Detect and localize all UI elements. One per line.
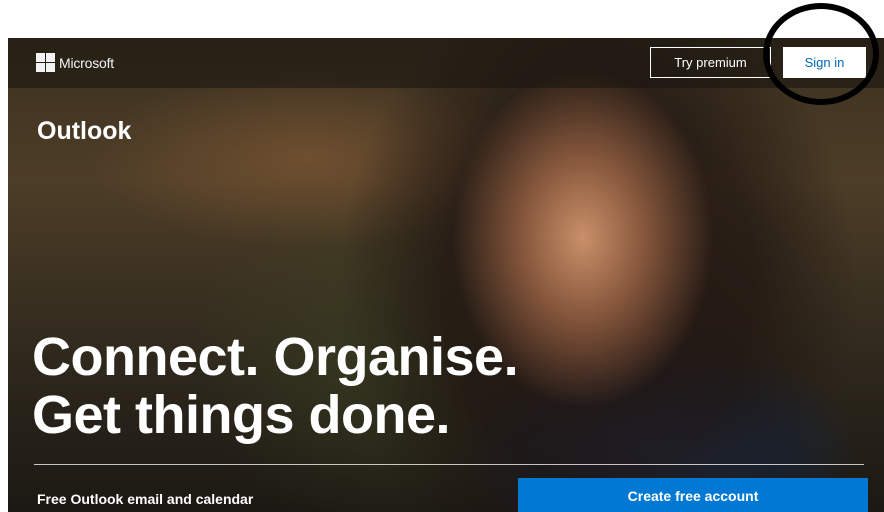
outlook-landing-page: Microsoft Try premium Outlook Connect. O… [8, 38, 884, 512]
try-premium-button[interactable]: Try premium [650, 47, 771, 78]
hero-headline: Connect. Organise. Get things done. [32, 327, 519, 445]
product-title: Outlook [37, 117, 132, 145]
headline-line-1: Connect. Organise. [32, 327, 519, 387]
microsoft-logo[interactable]: Microsoft [36, 53, 114, 72]
microsoft-logo-text: Microsoft [59, 54, 114, 71]
sign-in-button[interactable]: Sign in [783, 47, 866, 78]
hero-divider [34, 464, 864, 465]
create-free-account-button[interactable]: Create free account [518, 478, 868, 512]
hero-tagline: Free Outlook email and calendar [37, 491, 254, 507]
headline-line-2: Get things done. [32, 385, 451, 445]
microsoft-logo-icon [36, 53, 55, 72]
top-navigation-bar: Microsoft Try premium [8, 38, 884, 88]
